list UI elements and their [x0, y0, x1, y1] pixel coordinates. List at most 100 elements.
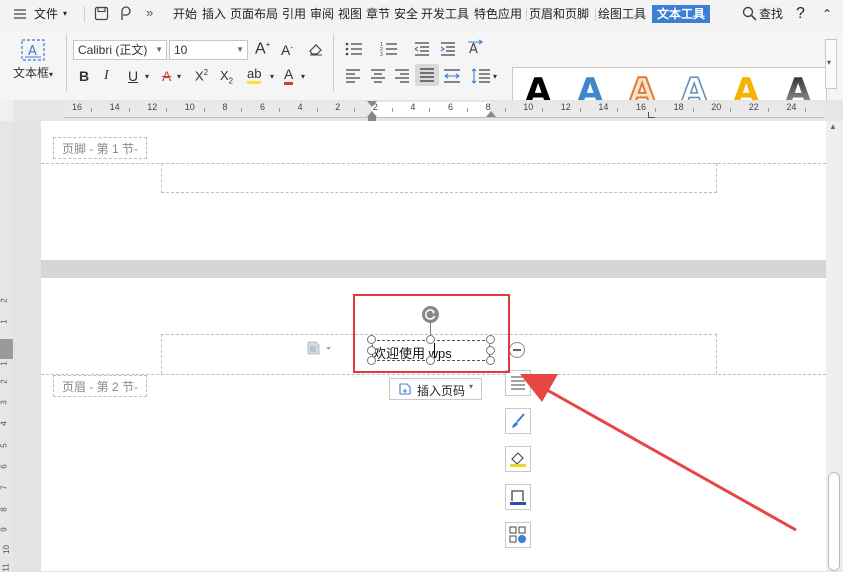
collapse-toolbar-icon[interactable]: [509, 342, 525, 358]
annotation-arrow-head: [520, 374, 558, 402]
separator: [333, 34, 334, 92]
underline-button[interactable]: U: [128, 68, 138, 84]
tab-insert[interactable]: 插入: [202, 5, 226, 23]
justify-button[interactable]: [415, 64, 439, 86]
subscript-button[interactable]: X2: [220, 68, 233, 86]
ruler-number: 10: [523, 102, 534, 112]
increase-indent-icon[interactable]: [440, 42, 456, 59]
ruler-tick: [241, 108, 243, 112]
text-direction-icon[interactable]: A: [466, 39, 486, 60]
distribute-icon[interactable]: [443, 69, 461, 86]
ribbon: A 文本框▾ Calibri (正文) ▼ 10 ▼ A+ A- B I U ▾…: [0, 28, 843, 119]
first-line-indent-marker[interactable]: [367, 101, 377, 107]
ruler-tick: [91, 108, 92, 112]
ruler-number: 2: [335, 102, 341, 112]
ruler-tick: [692, 108, 694, 112]
vruler-number: 4: [0, 421, 9, 426]
highlight-arrow-icon[interactable]: ▾: [270, 72, 274, 81]
scrollbar-thumb[interactable]: [828, 472, 840, 571]
vruler-number: 11: [1, 563, 11, 572]
decrease-indent-icon[interactable]: [413, 42, 430, 59]
tab-header-footer[interactable]: 页眉和页脚: [529, 5, 589, 23]
align-center-icon[interactable]: [370, 69, 386, 86]
file-menu-arrow-icon[interactable]: ▾: [63, 5, 67, 23]
superscript-button[interactable]: X2: [195, 68, 208, 83]
ruler-tick: [391, 108, 393, 112]
tab-page-layout[interactable]: 页面布局: [230, 5, 278, 23]
bold-button[interactable]: B: [79, 68, 89, 84]
vertical-ruler: 2 1 1 2 3 4 5 6 7 8 9 10 11: [0, 121, 13, 572]
ruler-number: 8: [222, 102, 228, 112]
ruler-number: 12: [560, 102, 571, 112]
textbox-button[interactable]: A 文本框▾: [8, 34, 58, 92]
justify-icon: [420, 68, 434, 82]
line-spacing-arrow-icon[interactable]: ▾: [493, 72, 497, 81]
hamburger-menu-icon[interactable]: [13, 7, 27, 21]
page-number-placeholder-icon[interactable]: [307, 341, 333, 358]
collapse-ribbon-icon[interactable]: ⌃: [822, 5, 832, 23]
ruler-tick: [730, 108, 732, 112]
numbered-list-icon[interactable]: 123: [380, 42, 398, 59]
file-menu[interactable]: 文件: [34, 5, 58, 23]
align-right-icon[interactable]: [394, 69, 410, 86]
ruler-tick: [354, 108, 356, 112]
search-icon[interactable]: [742, 6, 757, 24]
ruler-tick: [504, 108, 506, 112]
save-icon[interactable]: [94, 6, 109, 24]
clear-format-icon[interactable]: [308, 42, 324, 59]
gallery-expand-icon[interactable]: ▾: [827, 58, 831, 67]
line-spacing-icon[interactable]: [471, 68, 491, 87]
tab-section[interactable]: 章节: [366, 5, 390, 23]
insert-page-number-button[interactable]: 插入页码 ▾: [389, 378, 482, 400]
italic-button[interactable]: I: [104, 68, 109, 84]
textbox-arrow-icon: ▾: [49, 70, 54, 79]
shrink-font-icon[interactable]: A-: [281, 42, 293, 58]
more-quick-access-icon[interactable]: »: [146, 5, 153, 20]
tab-references[interactable]: 引用: [282, 5, 306, 23]
tab-developer[interactable]: 开发工具: [421, 5, 469, 23]
footer-edit-area[interactable]: [161, 163, 717, 193]
grow-font-icon[interactable]: A+: [255, 40, 270, 58]
bullet-list-icon[interactable]: [345, 42, 363, 59]
search-label[interactable]: 查找: [759, 5, 783, 23]
scroll-up-icon[interactable]: ▲: [829, 122, 837, 131]
tab-drawing-tools[interactable]: 绘图工具: [598, 5, 646, 23]
ruler-tick: [429, 108, 431, 112]
tab-review[interactable]: 审阅: [310, 5, 334, 23]
highlight-button[interactable]: ab: [247, 66, 262, 84]
vruler-number: 8: [0, 507, 9, 512]
vruler-number: 1: [0, 319, 9, 324]
help-icon[interactable]: ?: [796, 5, 805, 23]
ruler-number: 24: [786, 102, 797, 112]
textbox-icon: A: [21, 39, 45, 61]
tab-security[interactable]: 安全: [394, 5, 418, 23]
left-gutter: [13, 121, 41, 571]
font-color-arrow-icon[interactable]: ▾: [301, 72, 305, 81]
ruler-tick: [467, 108, 468, 112]
ruler-tick: [203, 108, 205, 112]
tab-home[interactable]: 开始: [173, 5, 197, 23]
separator: [595, 7, 596, 21]
font-size-select[interactable]: 10 ▼: [169, 40, 248, 60]
right-indent-marker[interactable]: [486, 111, 496, 117]
tab-stop-marker[interactable]: [648, 112, 655, 118]
tab-text-tools[interactable]: 文本工具: [652, 5, 711, 23]
vruler-number: 3: [0, 400, 9, 405]
underline-arrow-icon[interactable]: ▾: [145, 72, 149, 81]
font-name-value: Calibri (正文): [78, 43, 148, 57]
align-left-icon[interactable]: [345, 69, 361, 86]
font-color-button[interactable]: A: [284, 66, 294, 85]
tab-view[interactable]: 视图: [338, 5, 362, 23]
ruler-margin-right: [490, 102, 824, 117]
strike-arrow-icon[interactable]: ▾: [177, 72, 181, 81]
strikethrough-button[interactable]: A: [162, 68, 171, 84]
gallery-scroll-bar[interactable]: ▾: [825, 39, 837, 89]
font-name-select[interactable]: Calibri (正文) ▼: [73, 40, 167, 60]
ruler-number: 6: [260, 102, 266, 112]
page-gap: [41, 260, 826, 278]
undo-icon[interactable]: [118, 5, 134, 25]
tab-special[interactable]: 特色应用: [474, 5, 522, 23]
ruler-number: 4: [410, 102, 416, 112]
vruler-number: 2: [0, 379, 9, 384]
ruler-number: 6: [448, 102, 454, 112]
